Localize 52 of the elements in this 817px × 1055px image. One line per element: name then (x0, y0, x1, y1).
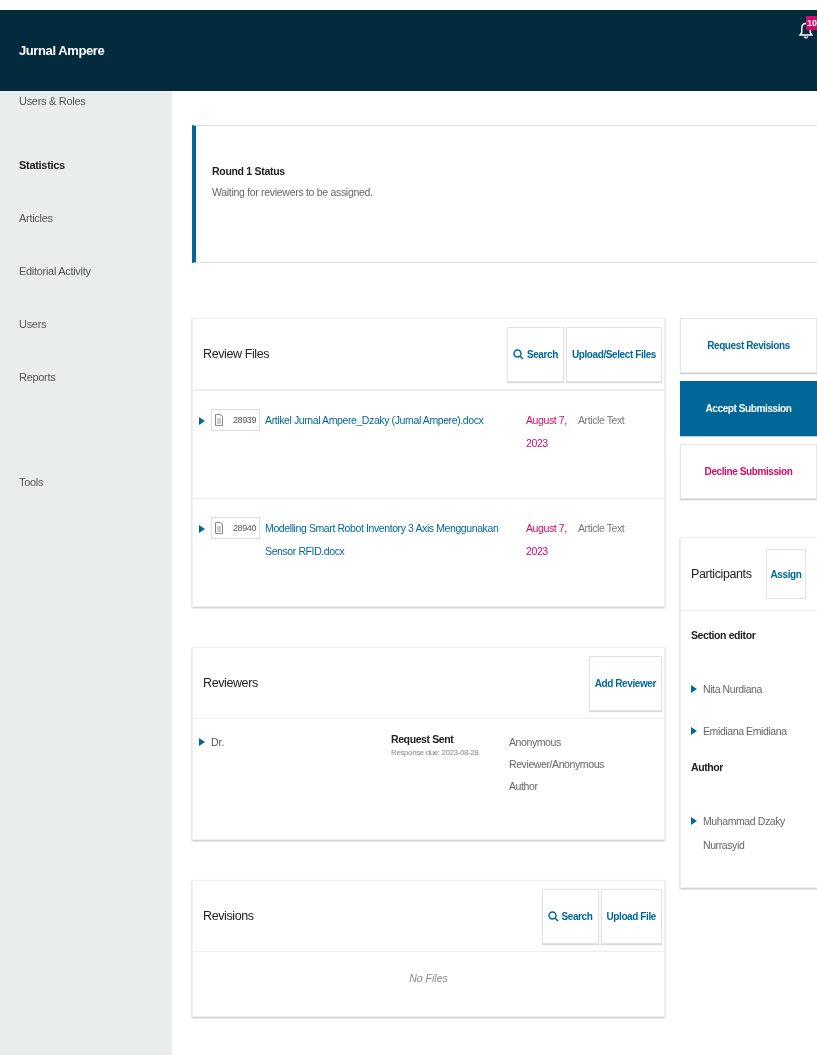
role-heading: Section editor (691, 629, 757, 643)
sidebar-item[interactable]: Articles (19, 212, 172, 265)
file-type: Article Text (577, 521, 626, 536)
decision-button[interactable]: Accept Submission (680, 381, 817, 436)
caret-icon (691, 685, 697, 693)
journal-title[interactable]: Jurnal Ampere (19, 43, 105, 58)
reviewer-name[interactable]: Dr. (211, 736, 225, 748)
caret-icon (691, 817, 697, 825)
response-due: Response due: 2023-08-28 (391, 748, 480, 757)
empty-message: No Files (408, 971, 449, 986)
file-type: Article Text (577, 413, 626, 428)
panel-title: Participants (691, 567, 752, 581)
caret-icon (199, 738, 205, 746)
decision-button[interactable]: Decline Submission (680, 444, 817, 499)
file-date: August 7, 2023 (526, 521, 568, 559)
file-date: August 7, 2023 (526, 413, 568, 451)
sidebar-heading[interactable]: Statistics (19, 159, 172, 212)
document-icon (215, 414, 223, 426)
sidebar-item[interactable]: Users (19, 318, 172, 371)
sidebar-item[interactable]: Reports (19, 371, 172, 424)
participant-name[interactable]: Emidiana Emidiana (703, 719, 787, 743)
status-message: Waiting for reviewers to be assigned. (212, 186, 374, 198)
participant-name[interactable]: Nita Nurdiana (703, 677, 762, 701)
review-method: Anonymous Reviewer/Anonymous Author (509, 735, 605, 794)
file-link[interactable]: Artikel Jurnal Ampere_Dzaky (Jurnal Ampere).docx (265, 409, 526, 432)
decision-button[interactable]: Request Revisions (680, 318, 817, 373)
action-button[interactable]: Search (506, 326, 564, 382)
sidebar-item[interactable]: Users & Roles (19, 95, 172, 107)
caret-icon (199, 525, 205, 533)
file-id: 28940 (233, 521, 257, 535)
document-icon (215, 522, 223, 534)
panel-title: Review Files (203, 347, 270, 361)
sidebar-item[interactable]: Editorial Activity (19, 265, 172, 318)
search-icon (547, 910, 559, 922)
review-status: Request Sent (391, 733, 455, 745)
search-icon (512, 348, 524, 360)
panel-title: Revisions (203, 909, 254, 923)
sidebar-item[interactable]: Tools (19, 476, 172, 529)
action-button[interactable]: Upload File (600, 888, 662, 944)
file-id: 28939 (233, 413, 257, 427)
participant-name[interactable]: Muhammad Dzaky Nurrasyid (703, 809, 806, 857)
caret-icon (691, 727, 697, 735)
role-heading: Author (691, 761, 725, 775)
panel-title: Reviewers (203, 676, 258, 690)
action-button[interactable]: Add Reviewer (588, 655, 662, 711)
file-link[interactable]: Modelling Smart Robot Inventory 3 Axis Menggunakan Sensor RFID.docx (265, 517, 526, 563)
status-title: Round 1 Status (212, 165, 286, 177)
action-button[interactable]: Upload/Select Files (565, 326, 662, 382)
action-button[interactable]: Search (541, 888, 599, 944)
caret-icon (199, 417, 205, 425)
assign-button[interactable]: Assign (765, 549, 807, 599)
notification-badge: 10 (806, 16, 817, 30)
